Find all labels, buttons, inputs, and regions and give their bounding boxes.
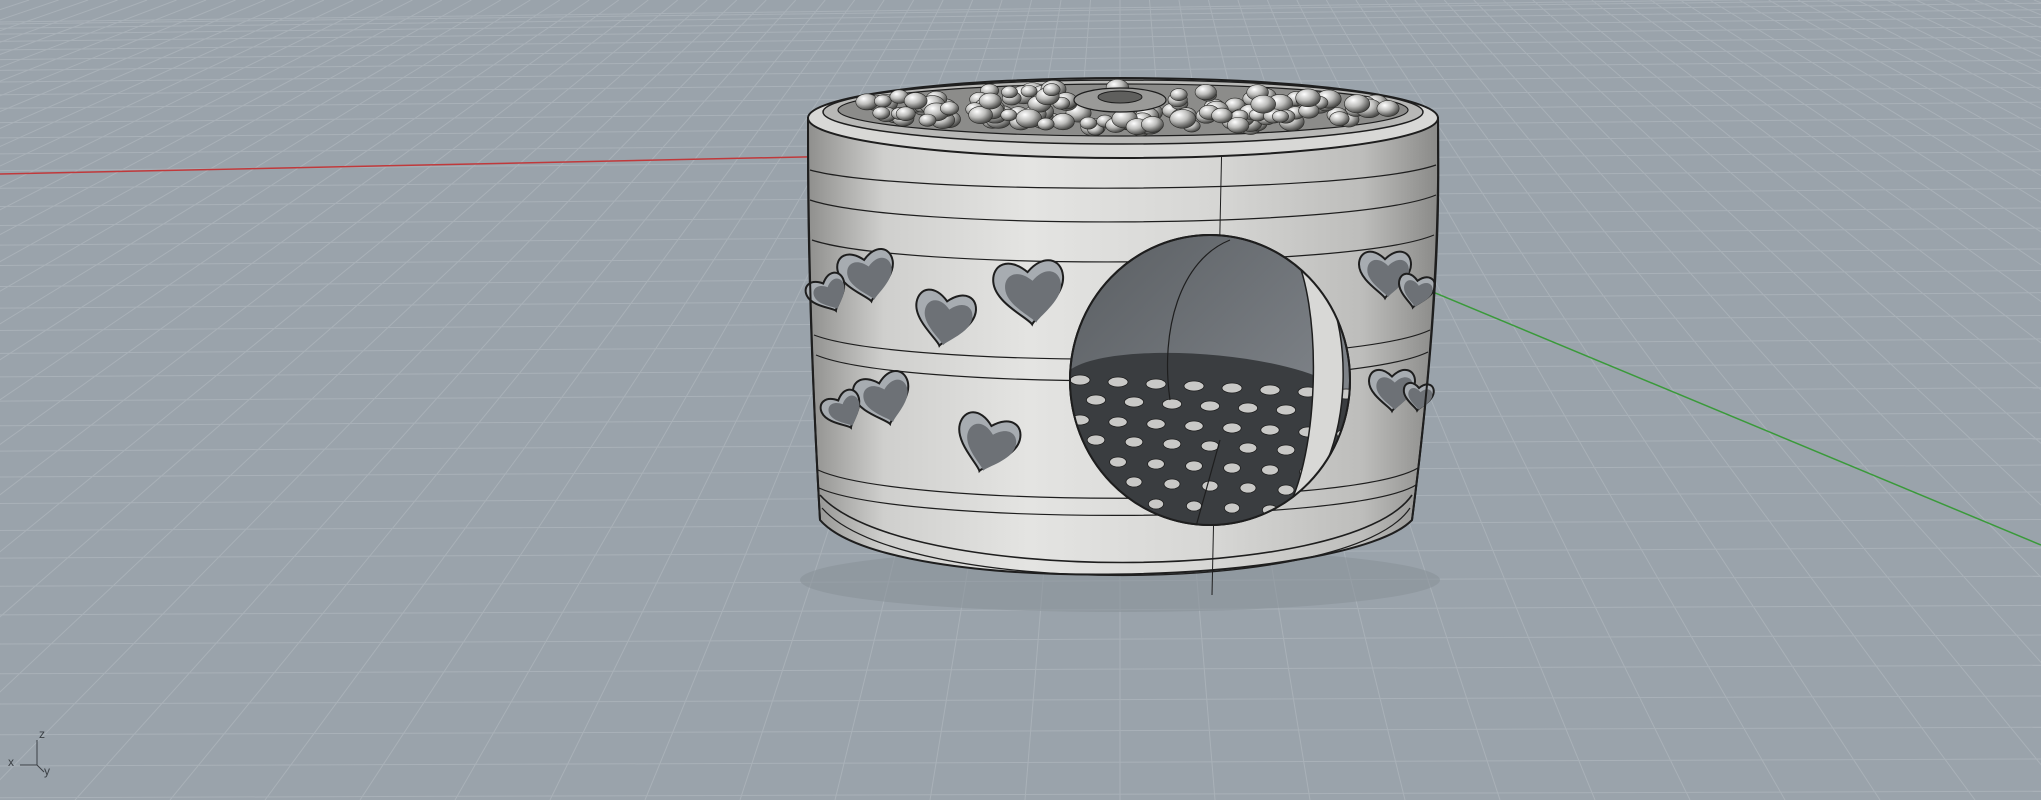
perforation-hole	[1223, 462, 1241, 474]
perforation-hole	[1162, 398, 1183, 410]
bead	[1141, 116, 1164, 133]
bead	[1000, 108, 1018, 122]
perforation-hole	[1107, 376, 1129, 388]
bead	[872, 106, 891, 120]
perforation-hole	[1163, 478, 1181, 490]
perforation-hole	[1186, 500, 1203, 512]
bead	[1042, 83, 1061, 97]
perforation-hole	[1070, 374, 1091, 386]
bead	[1250, 94, 1276, 114]
perforation-hole	[1184, 420, 1204, 432]
perforation-hole	[1147, 458, 1165, 470]
perforation-hole	[1260, 424, 1280, 436]
axis-indicator-y-label: y	[44, 764, 50, 778]
perforation-hole	[1276, 444, 1296, 456]
perforation-hole	[1145, 378, 1167, 390]
ring-model[interactable]	[800, 77, 1440, 612]
perforation-hole	[1146, 418, 1166, 430]
perforation-hole	[1086, 434, 1106, 446]
perforation-hole	[1125, 476, 1143, 488]
bead	[1344, 94, 1371, 114]
perforation-hole	[1183, 380, 1205, 392]
perforation-hole	[1261, 464, 1279, 476]
bead	[874, 94, 892, 108]
perforation-hole	[1221, 382, 1243, 394]
bead	[1211, 107, 1233, 124]
perforation-hole	[1108, 416, 1128, 428]
perforation-hole	[1277, 484, 1295, 496]
bead	[1295, 88, 1321, 107]
center-stone	[1097, 90, 1143, 104]
perforation-hole	[1259, 384, 1281, 396]
bead	[1329, 111, 1350, 126]
axis-indicator-z-label: z	[39, 727, 45, 741]
bead	[1170, 88, 1188, 102]
bead	[1079, 116, 1098, 130]
bead	[903, 92, 928, 110]
perforation-hole	[1148, 498, 1165, 510]
perforation-hole	[1109, 456, 1127, 468]
perforation-hole	[1124, 436, 1144, 448]
bead	[1020, 85, 1038, 98]
perforation-hole	[1239, 482, 1257, 494]
bead	[978, 92, 1002, 110]
perspective-viewport[interactable]: x y z	[0, 0, 2041, 800]
bead	[918, 113, 937, 127]
bead	[940, 101, 959, 116]
perforation-hole	[1162, 438, 1182, 450]
bead	[1272, 110, 1289, 123]
bead	[1194, 84, 1217, 101]
axis-indicator-x-label: x	[8, 755, 14, 769]
perforation-hole	[1124, 396, 1145, 408]
perforation-hole	[1276, 404, 1297, 416]
perforation-hole	[1201, 480, 1219, 492]
perforation-hole	[1200, 440, 1220, 452]
bead	[1051, 113, 1075, 131]
perforation-hole	[1238, 442, 1258, 454]
perforation-hole	[1200, 400, 1221, 412]
viewport-canvas[interactable]: x y z	[0, 0, 2041, 800]
bead	[1376, 100, 1400, 117]
perforation-hole	[1238, 402, 1259, 414]
bead	[1169, 109, 1196, 129]
bead	[1037, 117, 1055, 131]
perforation-hole	[1086, 394, 1107, 406]
perforation-hole	[1185, 460, 1203, 472]
perforation-hole	[1222, 422, 1242, 434]
perforation-hole	[1224, 502, 1241, 514]
bead	[1001, 85, 1018, 99]
